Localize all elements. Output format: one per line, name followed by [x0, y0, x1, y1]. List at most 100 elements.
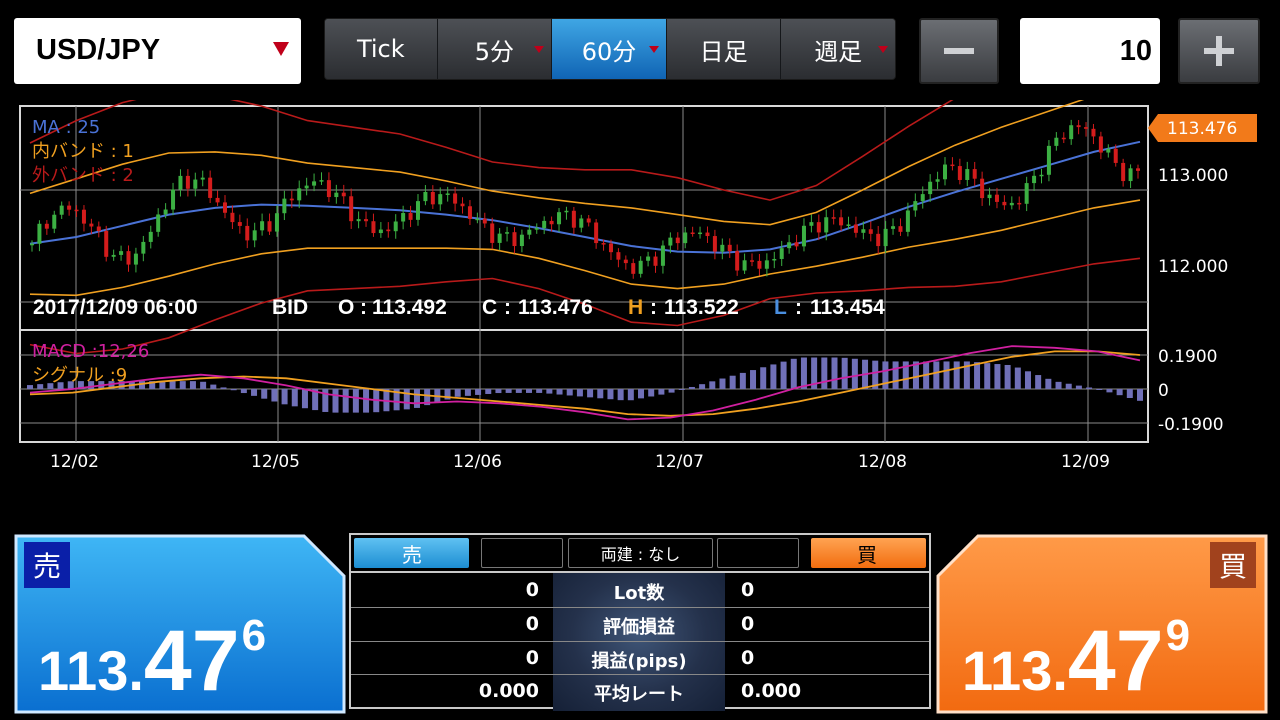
- macd-histogram-bar: [139, 381, 146, 389]
- candle-body: [111, 254, 116, 257]
- candle-body: [185, 175, 190, 189]
- position-sell-header: 売: [354, 538, 469, 568]
- macd-histogram-bar: [648, 389, 655, 397]
- macd-histogram-bar: [363, 389, 370, 413]
- macd-histogram-bar: [892, 361, 899, 389]
- candle-body: [1032, 175, 1037, 184]
- macd-histogram-bar: [342, 389, 349, 413]
- candle-body: [935, 179, 940, 182]
- candle-body: [282, 198, 287, 214]
- candle-body: [1121, 162, 1126, 182]
- candle-body: [1039, 174, 1044, 177]
- macd-indicator: [27, 345, 1143, 421]
- candle-body: [824, 217, 829, 233]
- candle-body: [1106, 148, 1111, 153]
- candle-body: [876, 233, 881, 247]
- sell-price-prefix: 113.: [38, 639, 144, 702]
- candle-body: [950, 164, 955, 167]
- buy-value: 0: [741, 579, 755, 601]
- macd-histogram-bar: [658, 389, 665, 395]
- currency-pair-select[interactable]: USD/JPY: [14, 18, 301, 84]
- tab-5min[interactable]: 5分: [437, 19, 553, 79]
- row-label: 平均レート: [594, 684, 684, 705]
- candle-body: [252, 230, 257, 241]
- ma-legend: MA : 25: [32, 117, 100, 138]
- candle-body: [868, 229, 873, 234]
- sell-value: 0: [525, 579, 539, 601]
- position-buy-header: 買: [811, 538, 926, 568]
- macd-histogram-bar: [800, 357, 807, 389]
- candle-body: [453, 193, 458, 204]
- tab-daily[interactable]: 日足: [666, 19, 782, 79]
- macd-histogram-bar: [821, 357, 828, 389]
- candle-body: [943, 164, 948, 180]
- candle-body: [683, 232, 688, 244]
- macd-histogram-bar: [169, 381, 176, 389]
- sell-order-button[interactable]: 売 113.476: [14, 534, 346, 714]
- increase-quantity-button[interactable]: [1178, 18, 1260, 84]
- buy-value: 0: [741, 613, 755, 635]
- candle-body: [356, 219, 361, 222]
- ohlc-low-label: L: [774, 296, 787, 319]
- quantity-input[interactable]: 10: [1020, 18, 1160, 84]
- candle-body: [913, 201, 918, 211]
- buy-value: 0: [741, 647, 755, 669]
- candle-body: [579, 218, 584, 228]
- candle-body: [156, 214, 161, 232]
- macd-legend: MACD :12,26: [32, 341, 149, 362]
- tab-60min[interactable]: 60分: [552, 19, 667, 79]
- candle-body: [1046, 145, 1051, 175]
- hedge-status: 両建 : なし: [568, 538, 713, 568]
- tab-tick[interactable]: Tick: [325, 19, 438, 79]
- candle-body: [512, 232, 517, 247]
- macd-histogram-bar: [729, 375, 736, 389]
- macd-histogram-bar: [189, 381, 196, 389]
- macd-histogram-bar: [291, 389, 298, 407]
- date-tick-label: 12/06: [453, 452, 502, 472]
- candle-body: [89, 223, 94, 227]
- candle-body: [326, 180, 331, 198]
- candle-body: [423, 191, 428, 202]
- candle-body: [52, 214, 57, 229]
- ohlc-open: 113.492: [372, 296, 447, 319]
- buy-order-button[interactable]: 買 113.479: [936, 534, 1268, 714]
- candle-body: [260, 221, 265, 231]
- candle-body: [787, 242, 792, 249]
- inner-band-lower: [29, 199, 1141, 297]
- ohlc-side: BID: [272, 296, 308, 319]
- candle-body: [460, 203, 465, 207]
- row-divider: [351, 607, 929, 608]
- candle-body: [30, 243, 34, 246]
- macd-histogram-bar: [261, 389, 268, 399]
- macd-histogram-bar: [505, 389, 512, 393]
- ohlc-open-label: O: [338, 296, 354, 319]
- candle-body: [527, 229, 532, 235]
- candle-body: [171, 189, 176, 210]
- macd-histogram-bar: [210, 384, 217, 389]
- sell-value: 0: [525, 613, 539, 635]
- macd-histogram-bar: [200, 381, 207, 389]
- macd-histogram-bar: [546, 389, 553, 394]
- macd-histogram-bar: [617, 389, 624, 401]
- candle-body: [430, 191, 435, 205]
- macd-histogram-bar: [1096, 389, 1103, 390]
- price-chart[interactable]: MA : 25 内バンド : 1 外バンド : 2 2017/12/09 06:…: [0, 100, 1280, 480]
- candle-body: [564, 210, 569, 213]
- candle-body: [408, 213, 413, 220]
- macd-histogram-bar: [760, 367, 767, 389]
- candle-body: [74, 209, 79, 212]
- inner-band-legend: 内バンド : 1: [32, 141, 134, 162]
- candle-body: [1136, 168, 1140, 171]
- candle-body: [467, 206, 472, 219]
- macd-histogram-bar: [770, 364, 777, 389]
- macd-histogram-bar: [780, 361, 787, 389]
- macd-histogram-bar: [882, 361, 889, 389]
- plus-icon: [1204, 36, 1234, 66]
- macd-histogram-bar: [933, 361, 940, 389]
- ohlc-close-label: C: [482, 296, 497, 319]
- tab-weekly[interactable]: 週足: [781, 19, 895, 79]
- date-tick-label: 12/09: [1061, 452, 1110, 472]
- candle-body: [965, 169, 970, 180]
- macd-histogram-bar: [251, 389, 258, 396]
- decrease-quantity-button[interactable]: [919, 18, 999, 84]
